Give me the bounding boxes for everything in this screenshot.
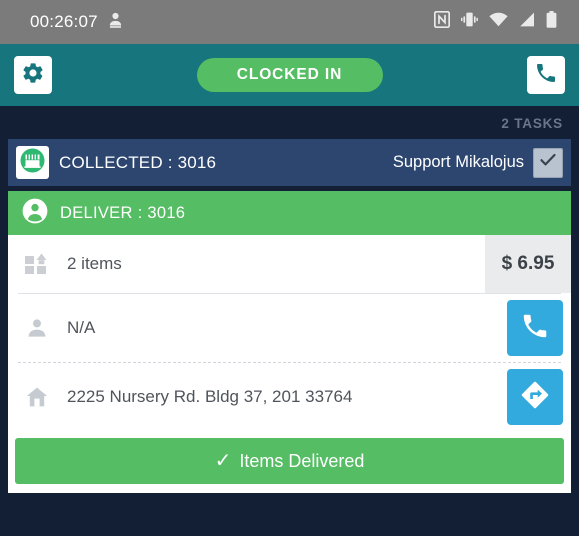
battery-icon <box>546 11 557 33</box>
call-customer-button[interactable] <box>507 300 563 356</box>
support-name-label: Support Mikalojus <box>392 153 524 171</box>
delivery-task-card: DELIVER : 3016 2 items $ 6.95 N/A 2225 N… <box>8 191 571 493</box>
check-icon <box>538 150 558 175</box>
order-price: $ 6.95 <box>485 235 571 293</box>
person-icon <box>22 198 48 229</box>
directions-icon <box>519 379 551 416</box>
items-delivered-button[interactable]: ✓ Items Delivered <box>15 438 564 484</box>
tasks-count-label: 2 TASKS <box>501 116 563 131</box>
items-row[interactable]: 2 items $ 6.95 <box>8 235 571 293</box>
address-label: 2225 Nursery Rd. Bldg 37, 201 33764 <box>67 387 353 406</box>
cell-signal-icon <box>519 12 535 32</box>
home-icon <box>22 385 52 409</box>
deliver-label: DELIVER : 3016 <box>60 203 186 222</box>
items-count-label: 2 items <box>67 254 122 273</box>
items-delivered-label: Items Delivered <box>239 450 365 471</box>
phone-icon <box>520 311 550 346</box>
clocked-in-button[interactable]: CLOCKED IN <box>196 58 383 92</box>
collected-label: COLLECTED : 3016 <box>59 152 217 172</box>
nfc-icon <box>433 10 451 33</box>
person-outline-icon <box>22 316 52 340</box>
wifi-icon <box>489 12 508 32</box>
phone-icon <box>534 61 558 90</box>
store-icon-badge <box>16 146 49 179</box>
contact-row[interactable]: N/A <box>8 294 571 362</box>
address-row[interactable]: 2225 Nursery Rd. Bldg 37, 201 33764 <box>8 363 571 431</box>
items-grid-icon <box>22 251 52 277</box>
status-bar-right <box>433 10 557 33</box>
clocked-status-wrap: CLOCKED IN <box>52 58 527 92</box>
call-support-button[interactable] <box>527 56 565 94</box>
collected-task-row[interactable]: COLLECTED : 3016 Support Mikalojus <box>8 139 571 186</box>
navigate-button[interactable] <box>507 369 563 425</box>
collected-checkbox[interactable] <box>533 147 563 178</box>
deliver-header[interactable]: DELIVER : 3016 <box>8 191 571 235</box>
bottom-padding <box>8 493 571 501</box>
status-bar-clock: 00:26:07 <box>30 12 98 31</box>
status-bar-left: 00:26:07 <box>30 12 123 33</box>
user-upload-icon <box>108 12 123 33</box>
primary-action-wrap: ✓ Items Delivered <box>8 431 571 493</box>
app-screen: 00:26:07 CLOCKED IN 2 TASKS COLLECTED: … <box>0 0 579 536</box>
store-icon <box>19 147 46 179</box>
task-list-area: 2 TASKS COLLECTED : 3016 Support Mikaloj… <box>0 106 579 536</box>
app-header: CLOCKED IN <box>0 44 579 106</box>
status-bar: 00:26:07 <box>0 0 579 44</box>
settings-button[interactable] <box>14 56 52 94</box>
contact-name-label: N/A <box>67 318 96 337</box>
vibrate-icon <box>461 11 478 33</box>
gear-icon <box>21 61 45 90</box>
check-icon: ✓ <box>214 450 232 472</box>
